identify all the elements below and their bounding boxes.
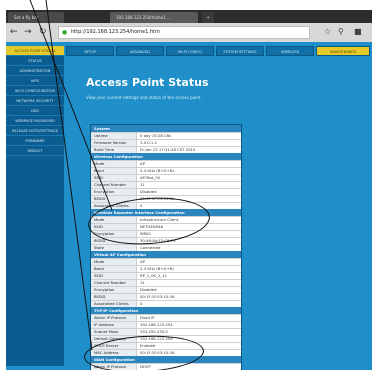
annotation-lines — [29, 0, 113, 351]
annotation-line-1 — [29, 0, 113, 211]
annotation-line-2 — [45, 0, 93, 351]
